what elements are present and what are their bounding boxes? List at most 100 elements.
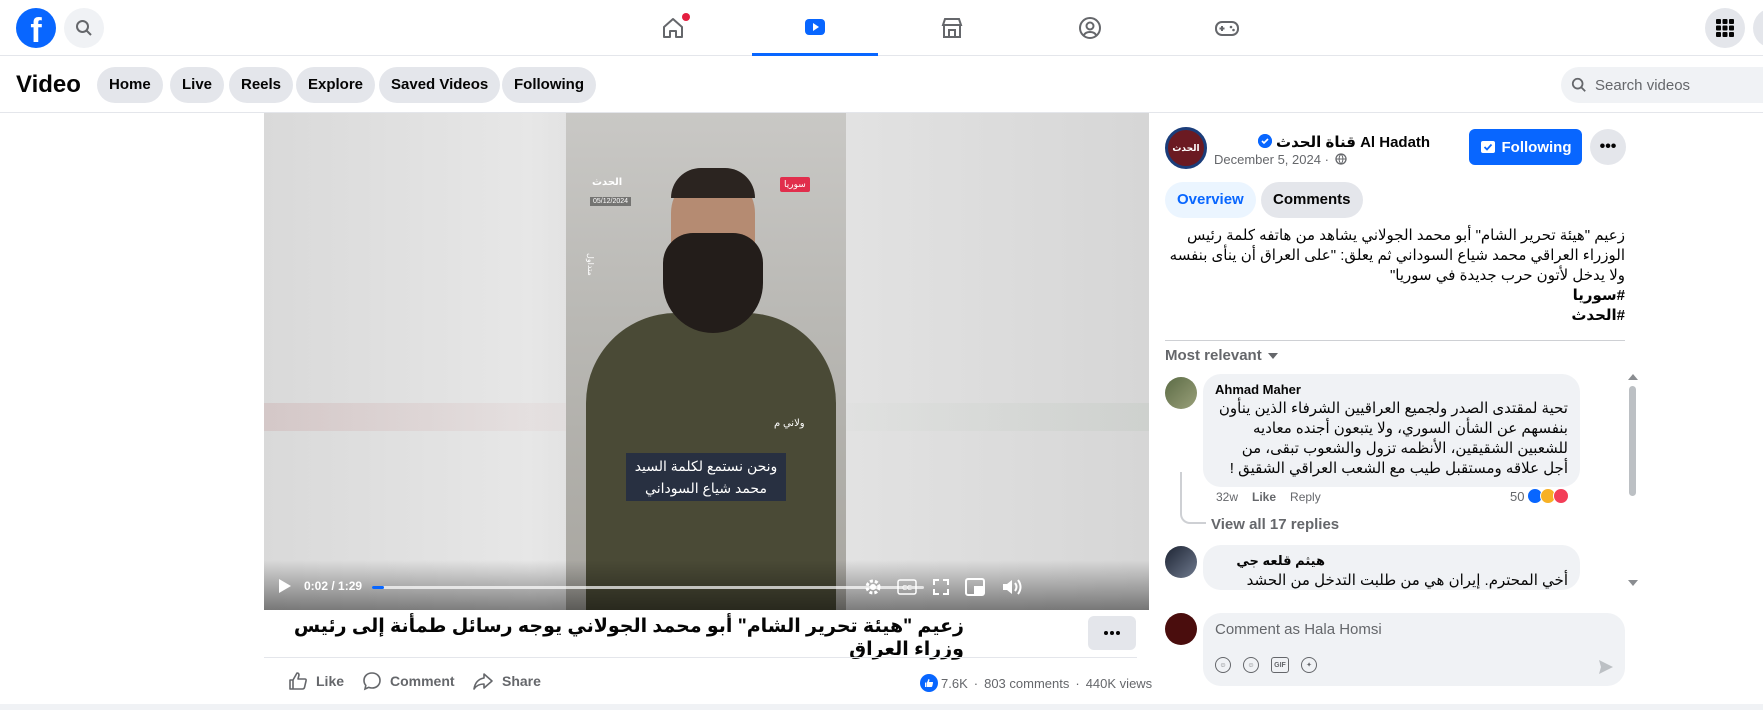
pill-home[interactable]: Home <box>97 67 163 103</box>
video-icon <box>805 18 825 35</box>
comment-sort-dropdown[interactable]: Most relevant <box>1165 347 1278 364</box>
views-count: 440K views <box>1085 675 1153 691</box>
stats-separator: · <box>1075 675 1080 691</box>
avatar-sticker-icon[interactable]: ☺ <box>1215 657 1231 673</box>
play-button[interactable] <box>276 578 292 594</box>
comment-reply-link[interactable]: Reply <box>1290 490 1321 504</box>
composer-tools: ☺ ☺ GIF ✦ <box>1215 657 1317 673</box>
page-avatar[interactable]: الحدث <box>1165 127 1207 169</box>
video-person-beard <box>663 233 763 333</box>
comment-composer[interactable]: ☺ ☺ GIF ✦ <box>1203 613 1625 686</box>
comment-input[interactable] <box>1215 621 1595 638</box>
share-icon <box>473 673 493 690</box>
video-overlay-name: ولاني م <box>774 418 805 429</box>
following-label: Following <box>1501 138 1572 156</box>
video-person-hair <box>671 168 755 198</box>
video-overlay-side-label: متداول <box>586 253 595 276</box>
menu-button[interactable] <box>1705 8 1745 48</box>
like-label: Like <box>316 673 345 689</box>
pill-live[interactable]: Live <box>170 67 225 103</box>
send-icon[interactable] <box>1598 659 1614 675</box>
video-sub-navigation: Video Home Live Reels Explore Saved Vide… <box>0 57 1763 113</box>
nav-tab-video[interactable] <box>752 0 878 56</box>
search-icon <box>76 20 92 36</box>
video-player[interactable]: الحدث 05/12/2024 سوريا متداول ولاني م ون… <box>264 113 1149 610</box>
gif-icon[interactable]: GIF <box>1271 657 1289 673</box>
volume-button[interactable] <box>1001 576 1023 598</box>
stats-separator: · <box>973 675 979 691</box>
video-progress-fill <box>372 586 385 589</box>
pill-reels[interactable]: Reels <box>229 67 294 103</box>
comments-count[interactable]: 803 comments <box>984 676 1069 691</box>
miniplayer-button[interactable] <box>964 576 986 598</box>
comment-text: تحية لمقتدى الصدر ولجميع العراقيين الشرف… <box>1218 400 1568 477</box>
apps-grid-icon <box>1716 19 1734 37</box>
search-videos-box[interactable] <box>1561 67 1763 103</box>
hashtag-link[interactable]: #الحدث <box>1165 306 1625 326</box>
video-overlay-date: 05/12/2024 <box>590 197 632 206</box>
post-date: December 5, 2024 · <box>1214 152 1347 167</box>
post-date-text: December 5, 2024 · <box>1214 152 1329 167</box>
view-replies-link[interactable]: View all 17 replies <box>1211 516 1339 533</box>
marketplace-icon <box>941 18 963 38</box>
commenter-avatar[interactable] <box>1165 377 1197 409</box>
page-more-button[interactable]: ••• <box>1590 129 1626 165</box>
comment-reaction-count: 50 <box>1510 488 1525 504</box>
hashtag-link[interactable]: #سوريا <box>1165 286 1625 306</box>
actions-divider <box>264 657 1137 658</box>
search-button[interactable] <box>64 8 104 48</box>
sort-label: Most relevant <box>1165 347 1262 364</box>
comment-author[interactable]: هيثم قلعه جي <box>1215 553 1325 569</box>
comment-meta: 32w Like Reply <box>1216 490 1321 504</box>
share-button[interactable]: Share <box>472 671 541 691</box>
post-description-text: زعيم "هيئة تحرير الشام" أبو محمد الجولان… <box>1169 227 1625 284</box>
video-subtitle: ونحن نستمع لكلمة السيد محمد شياع السودان… <box>626 453 786 501</box>
video-overlay-logo: الحدث <box>592 177 623 188</box>
post-more-button[interactable] <box>1088 616 1136 650</box>
captions-button[interactable]: CC <box>896 576 918 598</box>
video-progress-bar[interactable] <box>372 586 924 589</box>
expand-icon <box>933 579 949 595</box>
messenger-button[interactable] <box>1753 8 1763 48</box>
scroll-up-arrow[interactable] <box>1628 374 1638 380</box>
comment-button[interactable]: Comment <box>362 671 455 691</box>
like-button[interactable]: Like <box>288 671 344 691</box>
comments-scrollbar-thumb[interactable] <box>1629 386 1636 496</box>
scroll-down-arrow[interactable] <box>1628 580 1638 586</box>
pill-saved-videos[interactable]: Saved Videos <box>379 67 501 103</box>
nav-tab-groups[interactable] <box>1027 0 1153 56</box>
description-divider <box>1165 340 1625 341</box>
reaction-count[interactable]: 7.6K <box>941 676 968 691</box>
page-bottom-edge <box>0 704 1763 710</box>
video-controls: 0:02 / 1:29 CC <box>264 560 1149 610</box>
commenter-avatar[interactable] <box>1165 546 1197 578</box>
search-icon <box>1571 77 1586 92</box>
fullscreen-expand-button[interactable] <box>930 576 952 598</box>
nav-tab-gaming[interactable] <box>1164 0 1290 56</box>
nav-tab-home[interactable] <box>610 0 736 56</box>
comment-age[interactable]: 32w <box>1216 490 1238 504</box>
pill-following[interactable]: Following <box>502 67 596 103</box>
comment-bubble: هيثم قلعه جي أخي المحترم. إيران هي من طل… <box>1203 545 1580 590</box>
pill-explore[interactable]: Explore <box>296 67 376 103</box>
video-time: 0:02 / 1:29 <box>304 579 363 593</box>
tab-overview[interactable]: Overview <box>1165 182 1256 218</box>
comment-author[interactable]: Ahmad Maher <box>1215 382 1568 397</box>
video-frame: الحدث 05/12/2024 سوريا متداول ولاني م ون… <box>566 113 846 610</box>
svg-text:CC: CC <box>902 584 912 592</box>
page-name[interactable]: قناة الحدث Al Hadath <box>1276 133 1430 151</box>
following-button[interactable]: Following <box>1469 129 1582 165</box>
emoji-icon[interactable]: ☺ <box>1243 657 1259 673</box>
sticker-icon[interactable]: ✦ <box>1301 657 1317 673</box>
settings-button[interactable] <box>862 576 884 598</box>
comment-text: أخي المحترم. إيران هي من طلبت التدخل من … <box>1246 572 1568 589</box>
comment-reactions[interactable]: 50 <box>1510 488 1570 504</box>
current-user-avatar[interactable] <box>1165 613 1197 645</box>
video-overlay-country: سوريا <box>780 177 810 192</box>
tab-comments[interactable]: Comments <box>1261 182 1363 218</box>
captions-icon: CC <box>897 579 917 595</box>
search-videos-input[interactable] <box>1595 76 1763 94</box>
facebook-logo[interactable]: f <box>16 8 56 50</box>
nav-tab-marketplace[interactable] <box>889 0 1015 56</box>
comment-like-link[interactable]: Like <box>1252 490 1276 504</box>
